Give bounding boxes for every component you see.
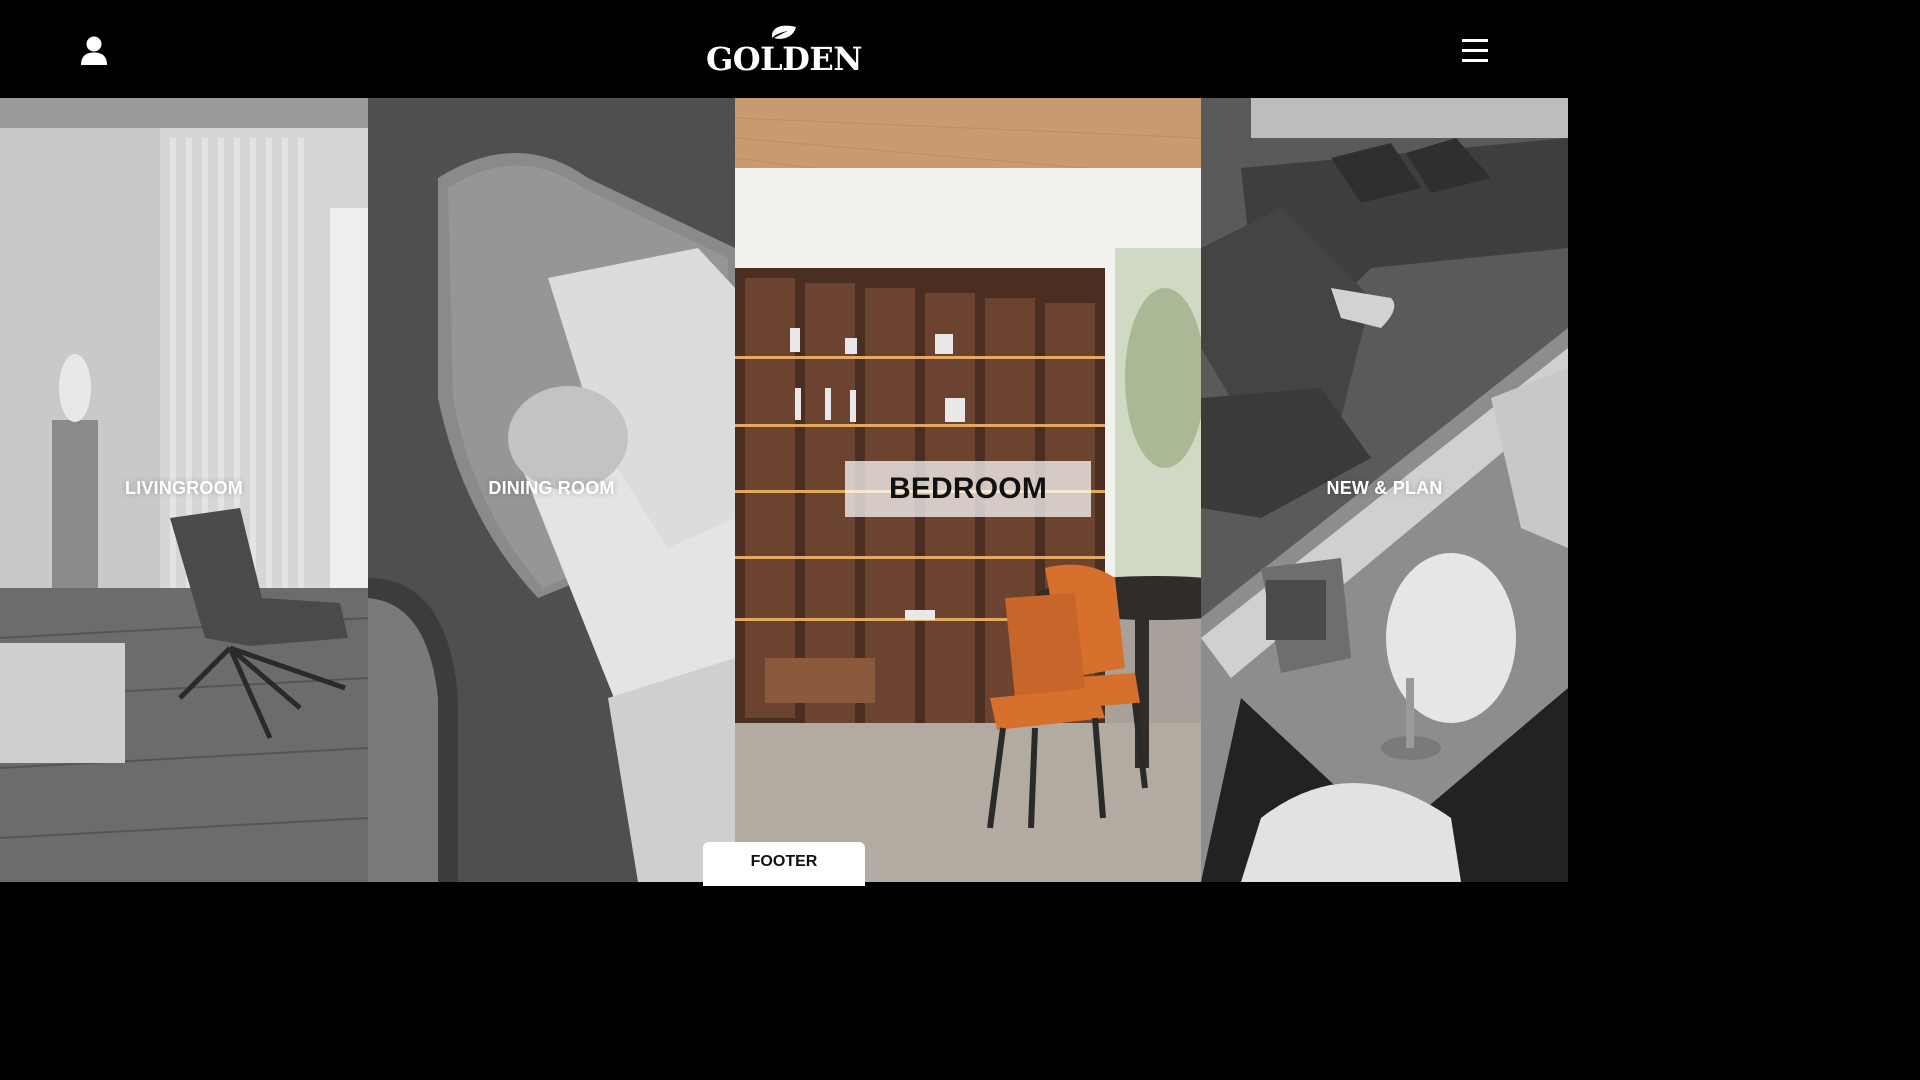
menu-button[interactable] [1458,34,1492,68]
panel-new-and-plan[interactable]: NEW & PLAN [1201,98,1568,882]
panel-bedroom[interactable]: BEDROOM [735,98,1201,882]
logo-wordmark: GOLDEN [705,40,863,78]
user-icon [81,36,107,65]
footer-tab[interactable]: FOOTER [703,842,865,886]
category-panels: LIVINGROOM DINING ROOM BEDROOM NEW & PLA… [0,98,1568,882]
panel-livingroom[interactable]: LIVINGROOM [0,98,368,882]
hamburger-menu-icon [1462,39,1488,62]
panel-label-new-and-plan: NEW & PLAN [1326,478,1443,498]
panel-label-livingroom: LIVINGROOM [125,478,243,498]
panel-label-bedroom: BEDROOM [845,461,1091,517]
site-header: GOLDEN [0,0,1568,98]
brand-logo[interactable]: GOLDEN [704,18,864,78]
panel-label-dining-room: DINING ROOM [488,478,615,498]
panel-dining-room[interactable]: DINING ROOM [368,98,735,882]
user-account-button[interactable] [78,34,110,68]
